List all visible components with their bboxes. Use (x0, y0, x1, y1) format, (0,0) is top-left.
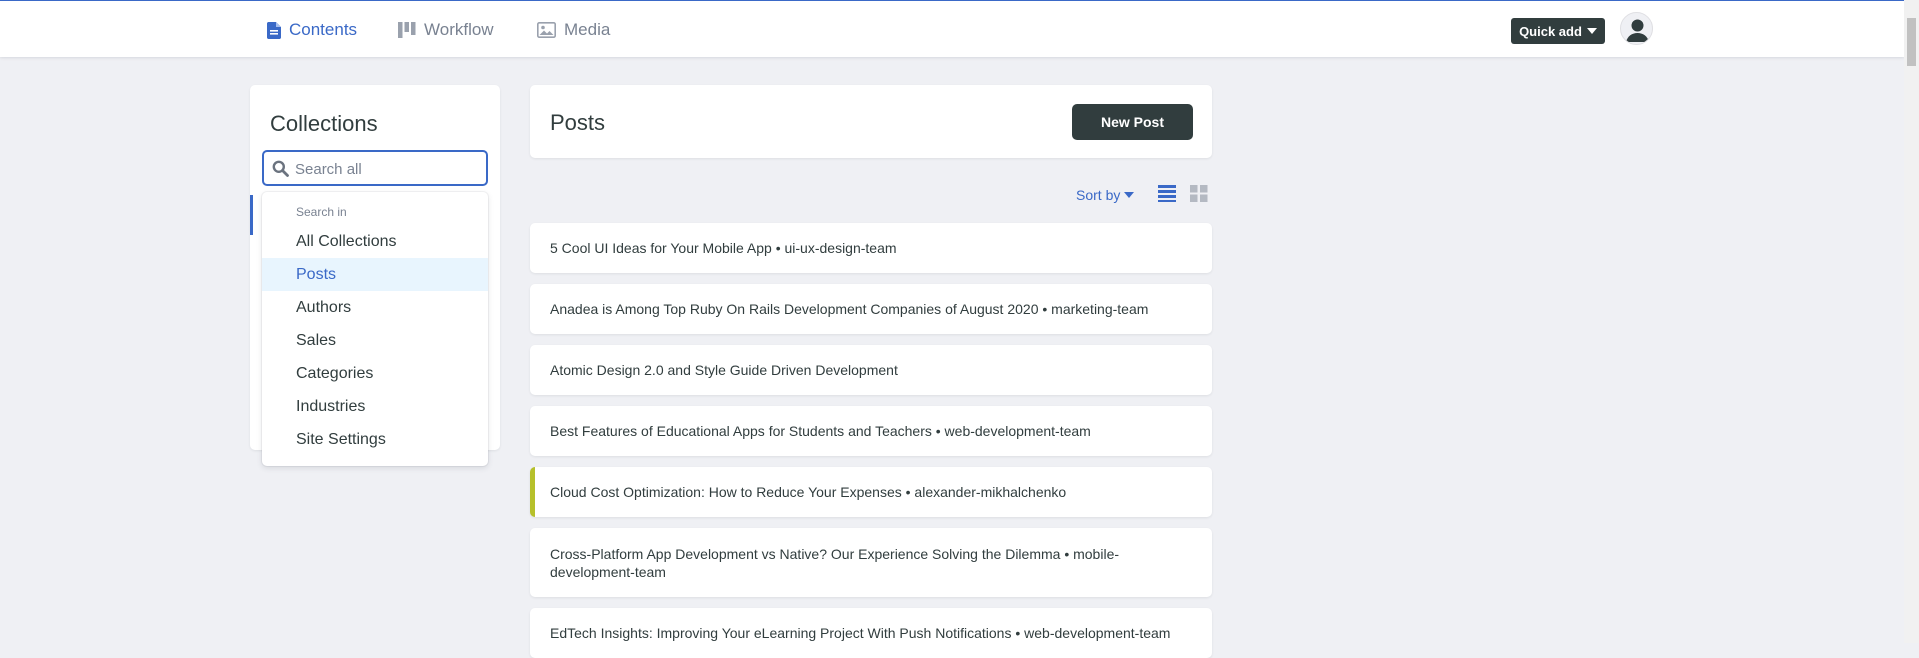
post-row[interactable]: 5 Cool UI Ideas for Your Mobile App • ui… (530, 223, 1212, 273)
nav-media[interactable]: Media (537, 19, 610, 41)
nav-media-label: Media (564, 20, 611, 39)
quick-add-label: Quick add (1519, 23, 1582, 39)
user-avatar[interactable] (1620, 12, 1653, 45)
nav-contents-label: Contents (289, 20, 358, 39)
dropdown-item-site-settings[interactable]: Site Settings (262, 423, 488, 456)
quick-add-button[interactable]: Quick add (1511, 18, 1605, 44)
user-icon (1621, 19, 1652, 44)
dropdown-item-sales[interactable]: Sales (262, 324, 488, 357)
document-icon (267, 21, 281, 39)
post-row[interactable]: Atomic Design 2.0 and Style Guide Driven… (530, 345, 1212, 395)
sort-by-label: Sort by (1076, 187, 1121, 203)
post-row[interactable]: Best Features of Educational Apps for St… (530, 406, 1212, 456)
post-row-flagged[interactable]: Cloud Cost Optimization: How to Reduce Y… (530, 467, 1212, 517)
dropdown-item-categories[interactable]: Categories (262, 357, 488, 390)
post-row[interactable]: Anadea is Among Top Ruby On Rails Develo… (530, 284, 1212, 334)
post-row[interactable]: Cross-Platform App Development vs Native… (530, 528, 1212, 597)
post-row[interactable]: EdTech Insights: Improving Your eLearnin… (530, 608, 1212, 658)
page-scrollbar[interactable] (1904, 0, 1919, 643)
top-navigation-bar: Contents Workflow Media Quick add (0, 0, 1904, 57)
page-title: Posts (550, 110, 606, 135)
image-icon (537, 22, 556, 38)
sidebar-title: Collections (270, 111, 378, 136)
caret-down-icon (1586, 28, 1597, 34)
search-input[interactable] (295, 158, 480, 180)
new-post-button[interactable]: New Post (1072, 104, 1193, 140)
nav-workflow-label: Workflow (424, 20, 494, 39)
sidebar-active-indicator (250, 195, 253, 235)
collections-search-box[interactable] (262, 150, 488, 186)
dropdown-header: Search in (296, 205, 347, 219)
caret-down-icon (1124, 192, 1135, 198)
dropdown-item-industries[interactable]: Industries (262, 390, 488, 423)
dropdown-item-all-collections[interactable]: All Collections (262, 225, 488, 258)
sort-by-button[interactable]: Sort by (1076, 186, 1135, 204)
nav-contents[interactable]: Contents (267, 19, 357, 41)
grid-view-icon[interactable] (1190, 184, 1208, 207)
list-view-icon[interactable] (1158, 184, 1176, 207)
dropdown-item-posts[interactable]: Posts (262, 258, 488, 291)
scrollbar-thumb[interactable] (1907, 18, 1916, 66)
dropdown-item-authors[interactable]: Authors (262, 291, 488, 324)
posts-header-card: Posts New Post (530, 85, 1212, 158)
search-scope-dropdown: Search in All Collections Posts Authors … (262, 192, 488, 466)
kanban-icon (398, 22, 416, 38)
search-icon (272, 160, 289, 182)
nav-workflow[interactable]: Workflow (398, 19, 494, 41)
